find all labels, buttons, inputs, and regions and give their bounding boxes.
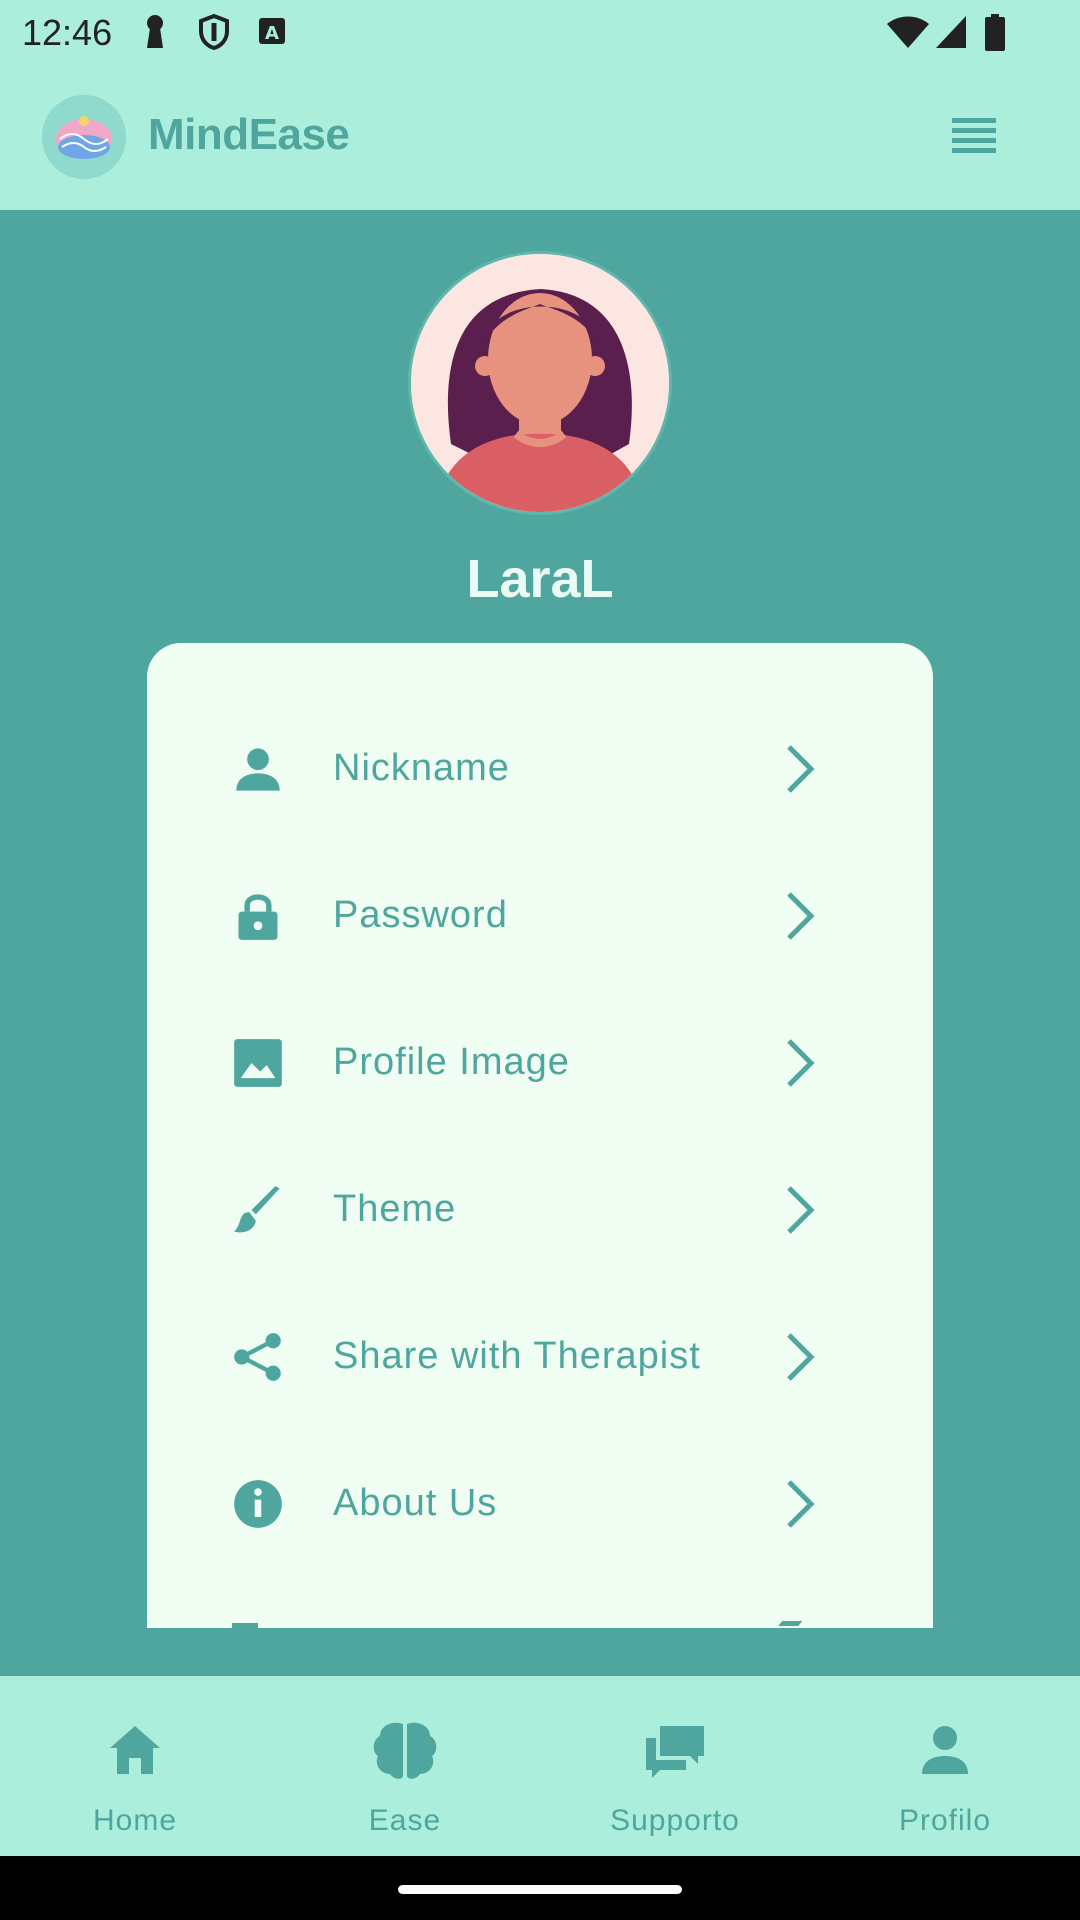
settings-row-label: Share with Therapist [333,1335,701,1377]
home-gesture-handle[interactable] [398,1885,682,1894]
gesture-bar [0,1856,1080,1920]
settings-row-label: Theme [333,1188,457,1230]
brush-icon [234,1185,280,1232]
status-time: 12:46 [22,12,113,53]
settings-row-password[interactable]: Password [147,842,933,989]
svg-text:A: A [265,23,279,44]
settings-row-about-us[interactable]: About Us [147,1430,933,1577]
info-icon [234,1479,282,1528]
settings-row-profile-image[interactable]: Profile Image [147,989,933,1136]
chevron-right-icon [787,1479,815,1528]
settings-row-theme[interactable]: Theme [147,1136,933,1283]
battery-icon [985,14,1005,51]
bottom-nav: Home Ease Supporto Profilo [0,1676,1080,1856]
keyhole-icon [147,15,163,48]
chevron-right-icon [787,1038,815,1087]
nav-label: Ease [368,1804,442,1837]
nav-label: Supporto [610,1804,740,1837]
menu-icon[interactable] [950,114,1000,160]
chevron-right-icon [787,891,815,940]
settings-card: Nickname Password Profile Image Theme Sh… [147,643,933,1628]
profile-username: LaraL [466,549,614,609]
person-icon [236,747,280,791]
chat-icon [646,1726,704,1778]
chevron-right-icon [787,744,815,793]
nav-profilo[interactable]: Profilo [810,1676,1080,1856]
nav-label: Profilo [898,1804,992,1837]
home-icon [110,1726,160,1774]
app-title: MindEase [148,110,350,159]
settings-row-label: About Us [333,1482,498,1524]
person-icon [922,1726,968,1774]
nav-supporto[interactable]: Supporto [540,1676,810,1856]
settings-row-label: Profile Image [333,1041,570,1083]
avatar[interactable] [408,251,672,515]
nav-ease[interactable]: Ease [270,1676,540,1856]
signal-icon [936,16,966,48]
clipped-row-chevron [775,1621,803,1628]
wifi-icon [887,16,929,48]
nav-home[interactable]: Home [0,1676,270,1856]
clipped-row-icon [232,1623,258,1628]
chevron-right-icon [787,1185,815,1234]
lock-icon [238,893,278,940]
settings-row-label: Password [333,894,508,936]
settings-row-share-with-therapist[interactable]: Share with Therapist [147,1283,933,1430]
brain-icon [373,1722,437,1779]
share-icon [234,1332,281,1381]
nav-label: Home [92,1804,178,1837]
chevron-right-icon [787,1332,815,1381]
shield-icon [199,14,229,50]
app-bar: MindEase [0,64,1080,210]
settings-row-label: Nickname [333,747,510,789]
font-a-icon: A [259,18,285,44]
status-bar: 12:46 A [0,0,1080,64]
image-icon [234,1038,282,1087]
brain-logo-icon [42,95,126,179]
settings-row-nickname[interactable]: Nickname [147,695,933,842]
